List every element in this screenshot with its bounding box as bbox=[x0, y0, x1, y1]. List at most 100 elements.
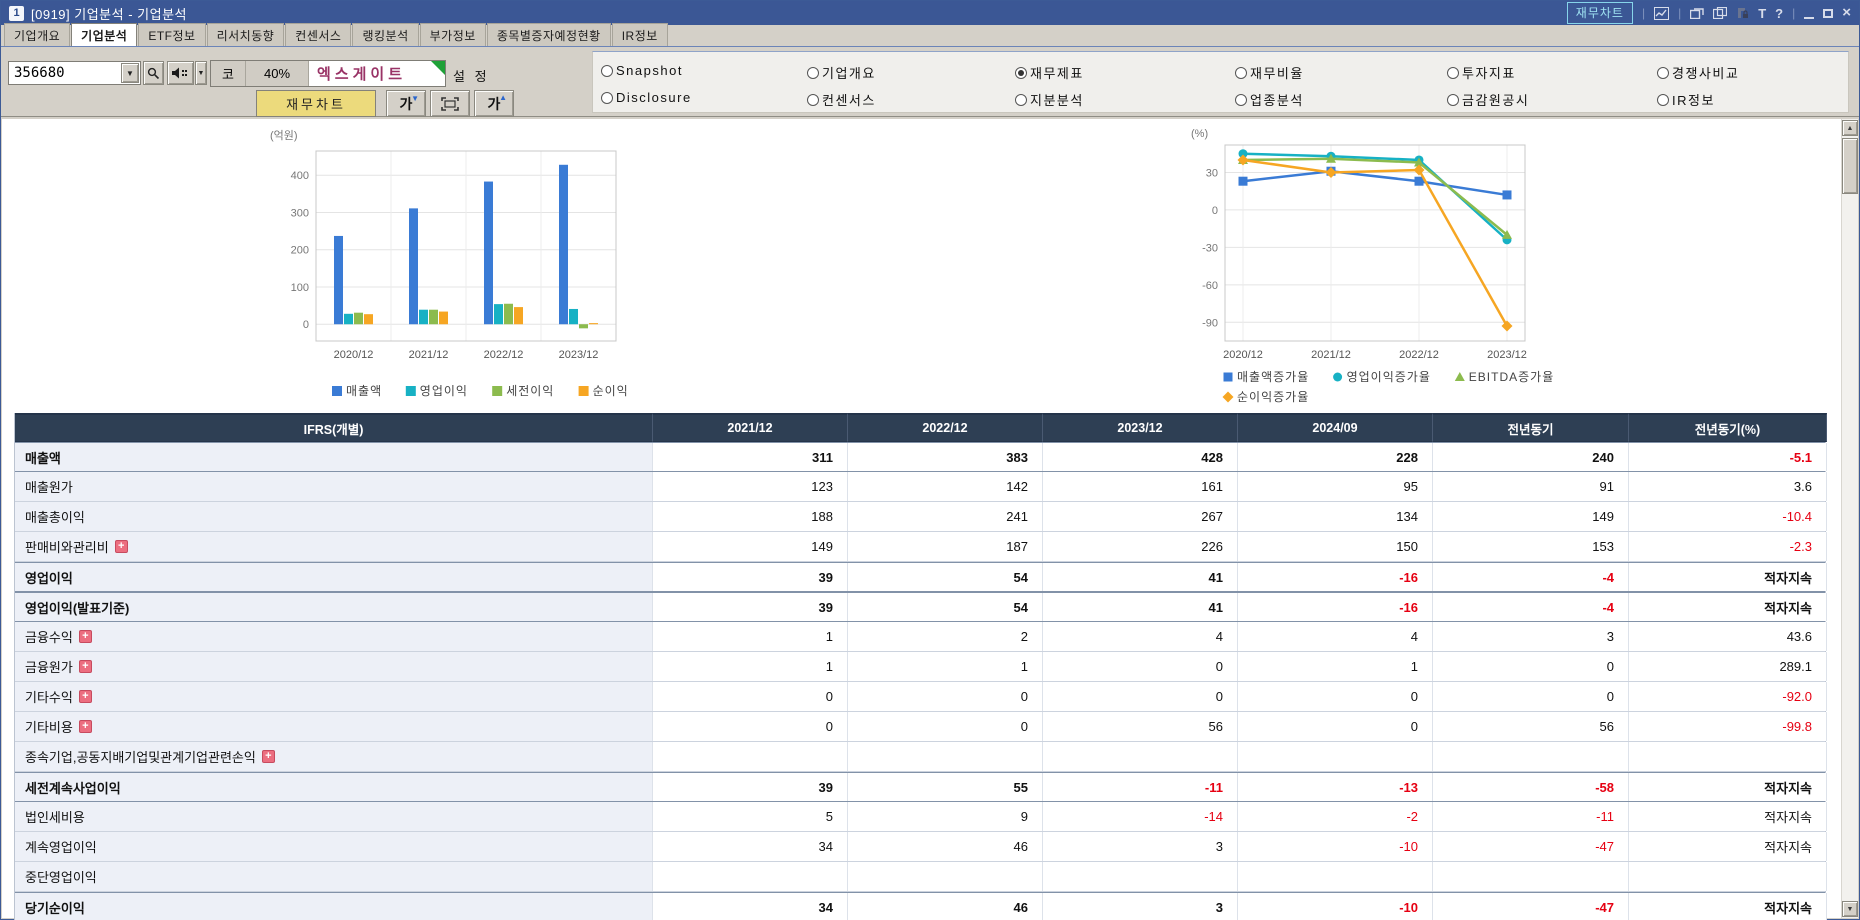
scroll-up-button[interactable]: ▲ bbox=[1842, 120, 1858, 136]
nav-option-경쟁사비교[interactable]: 경쟁사비교 bbox=[1657, 63, 1739, 82]
value-cell: 2 bbox=[848, 622, 1043, 651]
radio-icon[interactable] bbox=[601, 91, 613, 104]
value-cell: 0 bbox=[653, 712, 848, 741]
nav-option-컨센서스[interactable]: 컨센서스 bbox=[807, 90, 876, 109]
value-cell bbox=[1238, 862, 1433, 891]
table-row: 영업이익 39 54 41 -16 -4 적자지속 bbox=[15, 562, 1827, 592]
value-cell: -10 bbox=[1238, 832, 1433, 861]
fin-chart-button[interactable]: 재무차트 bbox=[256, 90, 376, 117]
nav-option-Disclosure[interactable]: Disclosure bbox=[601, 90, 692, 105]
tab-8[interactable]: IR정보 bbox=[611, 23, 668, 46]
value-cell: 0 bbox=[1433, 652, 1629, 681]
value-cell: 91 bbox=[1433, 472, 1629, 501]
radio-icon[interactable] bbox=[807, 66, 819, 79]
tab-2[interactable]: ETF정보 bbox=[138, 23, 206, 46]
radio-icon[interactable] bbox=[1235, 66, 1247, 79]
help-icon[interactable]: ? bbox=[1775, 6, 1783, 21]
radio-icon[interactable] bbox=[601, 64, 613, 77]
value-cell: 383 bbox=[848, 443, 1043, 471]
nav-option-투자지표[interactable]: 투자지표 bbox=[1447, 63, 1516, 82]
lock-icon[interactable] bbox=[1736, 7, 1749, 20]
radio-icon[interactable] bbox=[1235, 93, 1247, 106]
nav-option-기업개요[interactable]: 기업개요 bbox=[807, 63, 876, 82]
revenue-bar-chart: (억원) 0 100 200 300 400 2020/12 2021/12 2022/12 20… bbox=[270, 129, 628, 398]
radio-icon[interactable] bbox=[1657, 66, 1669, 79]
scrollbar-thumb[interactable] bbox=[1842, 138, 1858, 194]
expand-plus-icon[interactable]: + bbox=[114, 540, 128, 553]
stock-code-combo[interactable]: ▼ bbox=[8, 61, 141, 85]
tab-0[interactable]: 기업개요 bbox=[4, 23, 71, 46]
tab-6[interactable]: 부가정보 bbox=[419, 23, 486, 46]
scroll-down-button[interactable]: ▼ bbox=[1842, 901, 1858, 917]
row-label: 기타비용 + bbox=[15, 712, 653, 741]
nav-option-지분분석[interactable]: 지분분석 bbox=[1015, 90, 1084, 109]
nav-option-재무비율[interactable]: 재무비율 bbox=[1235, 63, 1304, 82]
svg-text:2020/12: 2020/12 bbox=[1223, 349, 1263, 361]
value-cell: 0 bbox=[1043, 682, 1238, 711]
svg-text:영업이익: 영업이익 bbox=[420, 384, 468, 398]
maximize-button[interactable] bbox=[1823, 8, 1834, 18]
nav-option-금감원공시[interactable]: 금감원공시 bbox=[1447, 90, 1529, 109]
nav-option-Snapshot[interactable]: Snapshot bbox=[601, 63, 683, 78]
row-label: 매출총이익 bbox=[15, 502, 653, 531]
expand-plus-icon[interactable]: + bbox=[78, 720, 92, 733]
table-row: 매출원가 123 142 161 95 91 3.6 bbox=[15, 472, 1827, 502]
radio-icon[interactable] bbox=[1015, 66, 1027, 79]
expand-plus-icon[interactable]: + bbox=[78, 660, 92, 673]
font-decrease-button[interactable]: 가 ▼ bbox=[386, 90, 426, 117]
stock-name-field[interactable]: 코 40% 엑스게이트 bbox=[210, 60, 446, 87]
settings-button[interactable]: 설 정 bbox=[453, 66, 490, 85]
value-cell: 46 bbox=[848, 893, 1043, 920]
expand-plus-icon[interactable]: + bbox=[261, 750, 275, 763]
tab-7[interactable]: 종목별증자예정현황 bbox=[486, 23, 611, 46]
cascade-windows-icon[interactable] bbox=[1713, 7, 1728, 19]
value-cell: 240 bbox=[1433, 443, 1629, 471]
value-cell: -2 bbox=[1238, 802, 1433, 831]
font-increase-button[interactable]: 가 ▲ bbox=[474, 90, 514, 117]
minimize-button[interactable] bbox=[1804, 17, 1815, 20]
value-cell: 55 bbox=[848, 773, 1043, 801]
restore-window-icon[interactable] bbox=[1690, 7, 1704, 19]
tab-5[interactable]: 랭킹분석 bbox=[352, 23, 419, 46]
value-cell bbox=[653, 742, 848, 771]
nav-option-IR정보[interactable]: IR정보 bbox=[1657, 90, 1715, 109]
chart-icon[interactable] bbox=[1654, 6, 1670, 20]
fit-icon bbox=[441, 96, 459, 111]
nav-options-panel: Snapshot 기업개요 재무제표 재무비율 투자지표 경쟁사비교 Disclosure 컨… bbox=[592, 51, 1849, 113]
expand-plus-icon[interactable]: + bbox=[78, 630, 92, 643]
radio-icon[interactable] bbox=[1657, 93, 1669, 106]
radio-icon[interactable] bbox=[1447, 93, 1459, 106]
svg-text:-60: -60 bbox=[1202, 280, 1218, 292]
expand-plus-icon[interactable]: + bbox=[78, 690, 92, 703]
vertical-scrollbar[interactable]: ▲ ▼ bbox=[1841, 119, 1858, 918]
text-tool-icon[interactable]: T bbox=[1758, 6, 1766, 21]
tab-3[interactable]: 리서치동향 bbox=[206, 23, 285, 46]
svg-text:2022/12: 2022/12 bbox=[1399, 349, 1439, 361]
value-cell: 289.1 bbox=[1629, 652, 1827, 681]
radio-icon[interactable] bbox=[1447, 66, 1459, 79]
stock-code-input[interactable] bbox=[9, 63, 117, 83]
chevron-down-icon[interactable]: ▼ bbox=[121, 63, 139, 83]
sound-dropdown-arrow[interactable]: ▼ bbox=[195, 61, 207, 85]
fin-chart-titlebar-button[interactable]: 재무차트 bbox=[1566, 2, 1633, 24]
nav-option-업종분석[interactable]: 업종분석 bbox=[1235, 90, 1304, 109]
value-cell: 적자지속 bbox=[1629, 563, 1827, 591]
tab-1[interactable]: 기업분석 bbox=[71, 23, 138, 46]
value-cell: 1 bbox=[653, 622, 848, 651]
search-button[interactable] bbox=[143, 61, 164, 85]
value-cell: 3.6 bbox=[1629, 472, 1827, 501]
fit-window-button[interactable] bbox=[430, 90, 470, 117]
close-button[interactable]: × bbox=[1842, 5, 1851, 20]
value-cell: 267 bbox=[1043, 502, 1238, 531]
svg-text:순이익증가율: 순이익증가율 bbox=[1237, 390, 1309, 404]
tab-4[interactable]: 컨센서스 bbox=[285, 23, 352, 46]
radio-icon[interactable] bbox=[1015, 93, 1027, 106]
radio-icon[interactable] bbox=[807, 93, 819, 106]
nav-option-재무제표[interactable]: 재무제표 bbox=[1015, 63, 1084, 82]
svg-text:2022/12: 2022/12 bbox=[484, 349, 524, 361]
financial-bar-chart-container: (억원) 0 100 200 300 400 2020/12 2021/12 2022/12 20… bbox=[244, 123, 664, 418]
sound-button[interactable] bbox=[167, 61, 194, 85]
nav-option-label: 업종분석 bbox=[1250, 93, 1304, 108]
row-label: 매출원가 bbox=[15, 472, 653, 501]
svg-text:매출액: 매출액 bbox=[346, 384, 382, 398]
